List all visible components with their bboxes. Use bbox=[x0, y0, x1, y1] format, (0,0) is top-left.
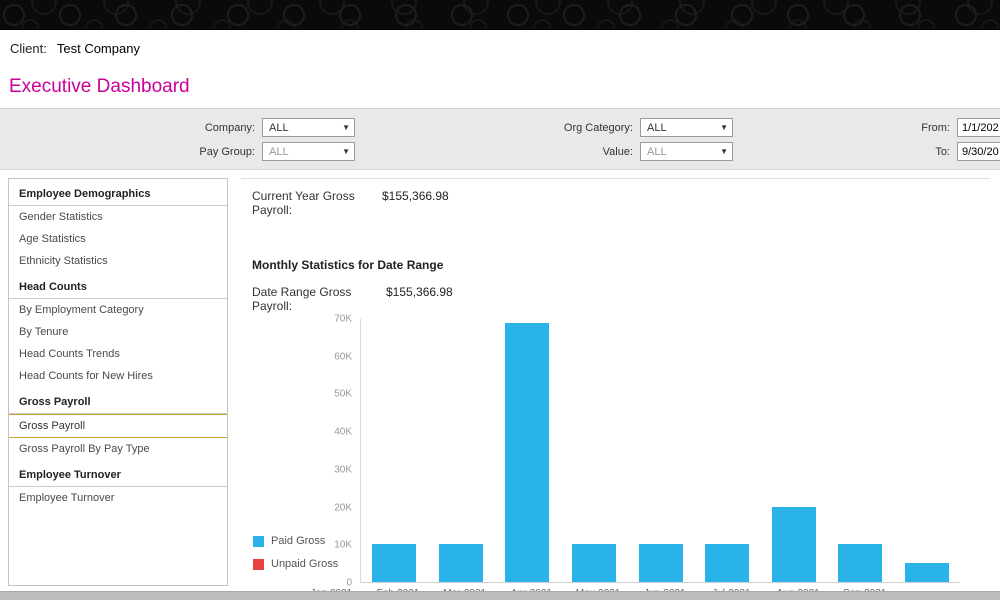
paid-gross-bar-mar-2021[interactable] bbox=[505, 323, 549, 582]
paid-gross-bar-sep-2021[interactable] bbox=[905, 563, 949, 582]
sidebar-section-header-employee-turnover: Employee Turnover bbox=[9, 460, 227, 487]
legend-label-paid-gross: Paid Gross bbox=[271, 535, 325, 547]
chevron-down-icon: ▼ bbox=[342, 123, 350, 132]
chart-column-sep-2021 bbox=[894, 319, 961, 582]
company-label: Company: bbox=[150, 122, 255, 134]
chart-column-apr-2021 bbox=[561, 319, 628, 582]
sidebar-item-gender-statistics[interactable]: Gender Statistics bbox=[9, 206, 227, 228]
to-date-label: To: bbox=[900, 146, 950, 158]
pay-group-label: Pay Group: bbox=[150, 146, 255, 158]
client-label: Client: bbox=[10, 41, 47, 56]
main-panel: Current Year Gross Payroll: $155,366.98 … bbox=[241, 178, 990, 586]
to-date-input[interactable] bbox=[957, 142, 1000, 161]
filter-bar: Company: ALL ▼ Pay Group: ALL ▼ Org Cate… bbox=[0, 108, 1000, 170]
gross-payroll-bar-chart: 010K20K30K40K50K60K70K bbox=[314, 319, 990, 583]
sidebar-item-by-employment-category[interactable]: By Employment Category bbox=[9, 299, 227, 321]
client-row: Client: Test Company bbox=[0, 30, 1000, 66]
sidebar-section-header-employee-demographics: Employee Demographics bbox=[9, 179, 227, 206]
chevron-down-icon: ▼ bbox=[720, 123, 728, 132]
paid-gross-bar-jan-2021[interactable] bbox=[372, 544, 416, 582]
org-category-label: Org Category: bbox=[528, 122, 633, 134]
sidebar-item-head-counts-trends[interactable]: Head Counts Trends bbox=[9, 343, 227, 365]
paid-gross-bar-apr-2021[interactable] bbox=[572, 544, 616, 582]
legend-item-paid-gross: Paid Gross bbox=[253, 535, 338, 547]
org-category-select[interactable]: ALL ▼ bbox=[640, 118, 733, 137]
y-tick-label: 50K bbox=[334, 389, 352, 400]
chart-legend: Paid Gross Unpaid Gross bbox=[253, 524, 338, 570]
value-select[interactable]: ALL ▼ bbox=[640, 142, 733, 161]
sidebar-item-employee-turnover[interactable]: Employee Turnover bbox=[9, 487, 227, 509]
page-title: Executive Dashboard bbox=[9, 76, 190, 98]
date-range-gross-payroll-label: Date Range Gross Payroll: bbox=[252, 285, 382, 313]
legend-label-unpaid-gross: Unpaid Gross bbox=[271, 558, 338, 570]
y-tick-label: 30K bbox=[334, 464, 352, 475]
legend-swatch-unpaid-gross bbox=[253, 559, 264, 570]
sidebar-item-gross-payroll[interactable]: Gross Payroll bbox=[9, 414, 227, 438]
org-category-select-value: ALL bbox=[647, 122, 667, 134]
monthly-statistics-title: Monthly Statistics for Date Range bbox=[252, 258, 990, 272]
y-tick-label: 40K bbox=[334, 427, 352, 438]
y-tick-label: 70K bbox=[334, 314, 352, 325]
from-date-input[interactable] bbox=[957, 118, 1000, 137]
company-select[interactable]: ALL ▼ bbox=[262, 118, 355, 137]
sidebar-item-age-statistics[interactable]: Age Statistics bbox=[9, 228, 227, 250]
chart-column-aug-2021 bbox=[827, 319, 894, 582]
value-select-value: ALL bbox=[647, 146, 667, 158]
pay-group-select[interactable]: ALL ▼ bbox=[262, 142, 355, 161]
top-decorative-bar bbox=[0, 0, 1000, 30]
sidebar-section-header-head-counts: Head Counts bbox=[9, 272, 227, 299]
company-select-value: ALL bbox=[269, 122, 289, 134]
legend-swatch-paid-gross bbox=[253, 536, 264, 547]
chart-column-mar-2021 bbox=[494, 319, 561, 582]
sidebar-item-gross-payroll-by-pay-type[interactable]: Gross Payroll By Pay Type bbox=[9, 438, 227, 460]
chart-column-may-2021 bbox=[627, 319, 694, 582]
bottom-status-bar bbox=[0, 591, 1000, 600]
chevron-down-icon: ▼ bbox=[342, 147, 350, 156]
sidebar-section-header-gross-payroll: Gross Payroll bbox=[9, 387, 227, 414]
chevron-down-icon: ▼ bbox=[720, 147, 728, 156]
sidebar-item-by-tenure[interactable]: By Tenure bbox=[9, 321, 227, 343]
value-label: Value: bbox=[528, 146, 633, 158]
paid-gross-bar-may-2021[interactable] bbox=[639, 544, 683, 582]
from-date-label: From: bbox=[900, 122, 950, 134]
y-tick-label: 20K bbox=[334, 502, 352, 513]
paid-gross-bar-feb-2021[interactable] bbox=[439, 544, 483, 582]
title-row: Executive Dashboard bbox=[0, 66, 1000, 108]
chart-column-jul-2021 bbox=[760, 319, 827, 582]
sidebar-menu: Employee DemographicsGender StatisticsAg… bbox=[8, 178, 228, 586]
chart-column-feb-2021 bbox=[428, 319, 495, 582]
paid-gross-bar-jun-2021[interactable] bbox=[705, 544, 749, 582]
sidebar-item-ethnicity-statistics[interactable]: Ethnicity Statistics bbox=[9, 250, 227, 272]
y-tick-label: 0 bbox=[346, 578, 352, 589]
paid-gross-bar-aug-2021[interactable] bbox=[838, 544, 882, 582]
sidebar-item-head-counts-for-new-hires[interactable]: Head Counts for New Hires bbox=[9, 365, 227, 387]
content-area: Employee DemographicsGender StatisticsAg… bbox=[0, 170, 1000, 592]
current-year-gross-payroll-label: Current Year Gross Payroll: bbox=[252, 189, 378, 217]
y-tick-label: 60K bbox=[334, 351, 352, 362]
current-year-gross-payroll-value: $155,366.98 bbox=[382, 189, 449, 217]
chart-column-jan-2021 bbox=[361, 319, 428, 582]
chart-column-jun-2021 bbox=[694, 319, 761, 582]
legend-item-unpaid-gross: Unpaid Gross bbox=[253, 558, 338, 570]
pay-group-select-value: ALL bbox=[269, 146, 289, 158]
date-range-gross-payroll-value: $155,366.98 bbox=[386, 285, 453, 313]
client-name: Test Company bbox=[57, 41, 140, 56]
paid-gross-bar-jul-2021[interactable] bbox=[772, 507, 816, 582]
chart-plot-area bbox=[360, 319, 960, 583]
